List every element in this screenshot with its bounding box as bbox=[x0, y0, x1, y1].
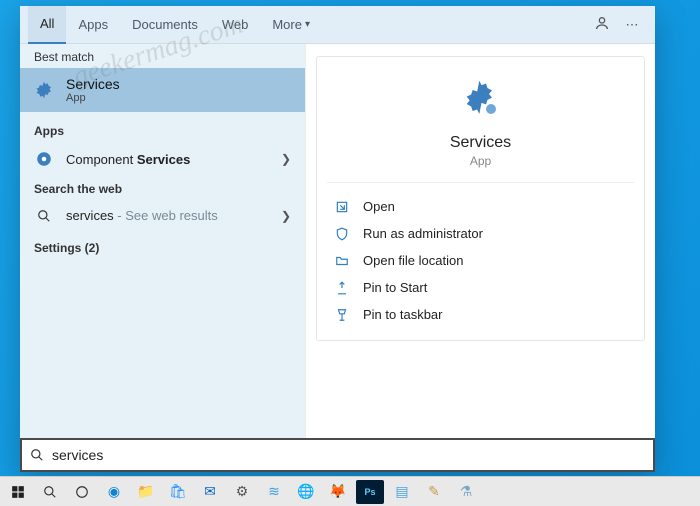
action-open-label: Open bbox=[363, 199, 395, 214]
best-match-sub: App bbox=[66, 92, 120, 104]
best-match-label: Best match bbox=[20, 44, 305, 68]
store-icon[interactable]: 🛍 bbox=[164, 480, 192, 504]
pin-start-icon bbox=[333, 281, 351, 295]
search-icon bbox=[30, 448, 44, 462]
chevron-right-icon: ❯ bbox=[281, 209, 291, 223]
app-icon-2[interactable]: ▤ bbox=[388, 480, 416, 504]
search-input[interactable] bbox=[52, 447, 645, 463]
tab-documents[interactable]: Documents bbox=[120, 6, 210, 44]
search-box[interactable] bbox=[20, 438, 655, 472]
firefox-icon[interactable]: 🦊 bbox=[324, 480, 352, 504]
taskbar-search-icon[interactable] bbox=[36, 480, 64, 504]
component-services-icon bbox=[34, 150, 54, 168]
photoshop-icon[interactable]: Ps bbox=[356, 480, 384, 504]
services-gear-icon bbox=[34, 80, 54, 100]
preview-sub: App bbox=[470, 154, 491, 168]
search-icon bbox=[34, 209, 54, 223]
preview-card: Services App Open bbox=[316, 56, 645, 341]
best-match-title: Services bbox=[66, 76, 120, 92]
tab-web[interactable]: Web bbox=[210, 6, 261, 44]
cortana-icon[interactable] bbox=[68, 480, 96, 504]
start-button[interactable] bbox=[4, 480, 32, 504]
shield-icon bbox=[333, 227, 351, 241]
folder-icon bbox=[333, 254, 351, 268]
action-admin-label: Run as administrator bbox=[363, 226, 483, 241]
action-pin-start-label: Pin to Start bbox=[363, 280, 427, 295]
result-web-services[interactable]: services - See web results ❯ bbox=[20, 200, 305, 231]
app-icon-3[interactable]: ✎ bbox=[420, 480, 448, 504]
action-location-label: Open file location bbox=[363, 253, 463, 268]
component-prefix: Component bbox=[66, 152, 137, 167]
more-options-icon[interactable]: ⋯ bbox=[617, 17, 647, 33]
action-pin-taskbar-label: Pin to taskbar bbox=[363, 307, 443, 322]
action-open[interactable]: Open bbox=[327, 193, 634, 220]
search-window: All Apps Documents Web More ⋯ Best match… bbox=[20, 6, 655, 472]
edge-icon[interactable]: ◉ bbox=[100, 480, 128, 504]
web-query: services bbox=[66, 208, 114, 223]
tab-all[interactable]: All bbox=[28, 6, 66, 44]
mail-icon[interactable]: ✉ bbox=[196, 480, 224, 504]
desktop: All Apps Documents Web More ⋯ Best match… bbox=[0, 0, 700, 506]
tab-apps[interactable]: Apps bbox=[66, 6, 120, 44]
result-component-services[interactable]: Component Services ❯ bbox=[20, 142, 305, 176]
action-pin-start[interactable]: Pin to Start bbox=[327, 274, 634, 301]
search-tabs: All Apps Documents Web More ⋯ bbox=[20, 6, 655, 44]
settings-icon[interactable]: ⚙ bbox=[228, 480, 256, 504]
web-suffix: - See web results bbox=[114, 208, 218, 223]
results-left-panel: Best match Services App Apps Component S… bbox=[20, 44, 305, 438]
pin-taskbar-icon bbox=[333, 308, 351, 322]
app-icon-4[interactable]: ⚗ bbox=[452, 480, 480, 504]
app-icon[interactable]: ≋ bbox=[260, 480, 288, 504]
open-icon bbox=[333, 200, 351, 214]
settings-results-label[interactable]: Settings (2) bbox=[20, 235, 305, 259]
explorer-icon[interactable]: 📁 bbox=[132, 480, 160, 504]
component-bold: Services bbox=[137, 152, 191, 167]
search-web-label: Search the web bbox=[20, 176, 305, 200]
best-match-services[interactable]: Services App bbox=[20, 68, 305, 112]
chrome-icon[interactable]: 🌐 bbox=[292, 480, 320, 504]
preview-right-panel: Services App Open bbox=[305, 44, 655, 438]
action-run-admin[interactable]: Run as administrator bbox=[327, 220, 634, 247]
action-pin-taskbar[interactable]: Pin to taskbar bbox=[327, 301, 634, 328]
chevron-right-icon: ❯ bbox=[281, 152, 291, 166]
services-large-icon bbox=[461, 79, 501, 124]
preview-title: Services bbox=[450, 134, 511, 152]
tab-more[interactable]: More bbox=[260, 6, 322, 44]
apps-section-label: Apps bbox=[20, 118, 305, 142]
feedback-icon[interactable] bbox=[587, 15, 617, 34]
taskbar: ◉ 📁 🛍 ✉ ⚙ ≋ 🌐 🦊 Ps ▤ ✎ ⚗ bbox=[0, 476, 700, 506]
action-open-location[interactable]: Open file location bbox=[327, 247, 634, 274]
